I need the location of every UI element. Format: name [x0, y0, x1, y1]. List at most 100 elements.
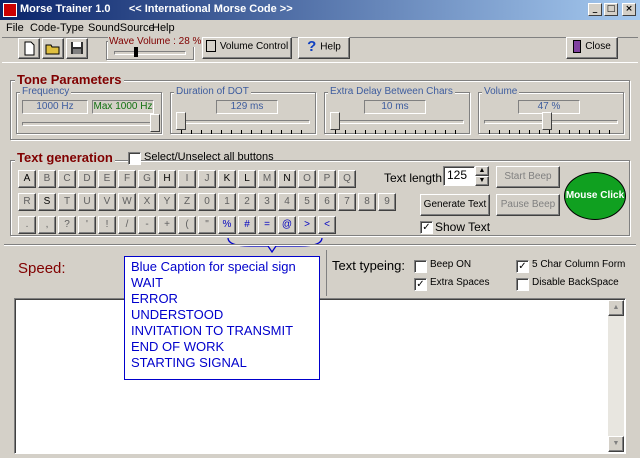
title-bar[interactable]: Morse Trainer 1.0 << International Morse…: [0, 0, 640, 20]
key-button[interactable]: @: [278, 216, 296, 234]
key-button[interactable]: 0: [198, 193, 216, 211]
disable-backspace-checkbox[interactable]: [516, 278, 529, 291]
save-button[interactable]: [66, 38, 88, 59]
spin-up-button[interactable]: ▲: [475, 166, 489, 176]
key-button[interactable]: L: [238, 170, 256, 188]
key-button[interactable]: %: [218, 216, 236, 234]
key-button[interactable]: W: [118, 193, 136, 211]
key-button[interactable]: M: [258, 170, 276, 188]
key-button[interactable]: >: [298, 216, 316, 234]
key-button[interactable]: 7: [338, 193, 356, 211]
extra-spaces-checkbox[interactable]: ✓: [414, 278, 427, 291]
key-button[interactable]: 3: [258, 193, 276, 211]
key-button[interactable]: ?: [58, 216, 76, 234]
start-beep-button[interactable]: Start Beep: [496, 166, 560, 188]
key-button[interactable]: N: [278, 170, 296, 188]
volume-control-button[interactable]: Volume Control: [202, 37, 292, 59]
frequency-slider-thumb[interactable]: [150, 114, 160, 132]
key-button[interactable]: Y: [158, 193, 176, 211]
key-button[interactable]: 9: [378, 193, 396, 211]
new-button[interactable]: [18, 38, 40, 59]
text-length-label: Text length: [384, 171, 443, 185]
key-button[interactable]: F: [118, 170, 136, 188]
key-button[interactable]: +: [158, 216, 176, 234]
dot-duration-track[interactable]: [176, 120, 310, 124]
key-button[interactable]: 8: [358, 193, 376, 211]
save-disk-icon: [71, 42, 83, 54]
pause-beep-button[interactable]: Pause Beep: [496, 194, 560, 216]
char-delay-track[interactable]: [330, 120, 464, 124]
menu-file[interactable]: File: [6, 22, 24, 34]
five-char-checkbox[interactable]: ✓: [516, 260, 529, 273]
key-button[interactable]: ,: [38, 216, 56, 234]
key-button[interactable]: G: [138, 170, 156, 188]
key-button[interactable]: #: [238, 216, 256, 234]
key-button[interactable]: V: [98, 193, 116, 211]
key-button[interactable]: B: [38, 170, 56, 188]
generate-text-button[interactable]: Generate Text: [420, 194, 490, 216]
key-button[interactable]: 1: [218, 193, 236, 211]
menu-sound-source[interactable]: SoundSource: [88, 22, 155, 34]
wave-volume-track[interactable]: [114, 51, 186, 55]
key-button[interactable]: R: [18, 193, 36, 211]
vertical-scrollbar[interactable]: [608, 300, 624, 452]
key-button[interactable]: =: [258, 216, 276, 234]
key-button[interactable]: (: [178, 216, 196, 234]
open-button[interactable]: [42, 38, 64, 59]
key-button[interactable]: ': [78, 216, 96, 234]
key-button[interactable]: P: [318, 170, 336, 188]
key-button[interactable]: D: [78, 170, 96, 188]
key-button[interactable]: H: [158, 170, 176, 188]
key-button[interactable]: -: [138, 216, 156, 234]
beep-on-label: Beep ON: [430, 259, 472, 270]
typing-text-area[interactable]: [14, 298, 626, 454]
key-button[interactable]: !: [98, 216, 116, 234]
key-button[interactable]: E: [98, 170, 116, 188]
app-icon[interactable]: [3, 3, 17, 17]
beep-on-checkbox[interactable]: [414, 260, 427, 273]
menu-code-type[interactable]: Code-Type: [30, 22, 84, 34]
spin-down-button[interactable]: ▼: [475, 176, 489, 186]
select-all-checkbox[interactable]: [128, 152, 141, 165]
scroll-up-button[interactable]: ▲: [608, 300, 624, 316]
key-button[interactable]: 2: [238, 193, 256, 211]
volume-slider-thumb[interactable]: [542, 112, 552, 130]
key-button[interactable]: 6: [318, 193, 336, 211]
frequency-track[interactable]: [22, 122, 156, 126]
key-button[interactable]: C: [58, 170, 76, 188]
key-button[interactable]: X: [138, 193, 156, 211]
key-button[interactable]: .: [18, 216, 36, 234]
key-button[interactable]: Q: [338, 170, 356, 188]
frequency-label: Frequency: [20, 86, 72, 97]
key-button[interactable]: T: [58, 193, 76, 211]
volume-ticks: [489, 130, 617, 134]
close-window-button[interactable]: ×: [622, 3, 636, 16]
key-button[interactable]: ": [198, 216, 216, 234]
help-label: Help: [320, 41, 341, 53]
key-button[interactable]: I: [178, 170, 196, 188]
char-delay-slider-thumb[interactable]: [330, 112, 340, 130]
scroll-down-button[interactable]: ▼: [608, 436, 624, 452]
key-button[interactable]: <: [318, 216, 336, 234]
show-text-checkbox[interactable]: ✓: [420, 221, 433, 234]
maximize-button[interactable]: □: [604, 3, 618, 16]
dot-duration-slider-thumb[interactable]: [176, 112, 186, 130]
key-button[interactable]: O: [298, 170, 316, 188]
key-button[interactable]: K: [218, 170, 236, 188]
key-button[interactable]: U: [78, 193, 96, 211]
key-button[interactable]: J: [198, 170, 216, 188]
minimize-button[interactable]: _: [588, 3, 602, 16]
key-button[interactable]: 5: [298, 193, 316, 211]
key-button[interactable]: /: [118, 216, 136, 234]
text-length-input[interactable]: 125: [443, 166, 475, 186]
key-button[interactable]: A: [18, 170, 36, 188]
key-button[interactable]: Z: [178, 193, 196, 211]
help-button[interactable]: ? Help: [298, 37, 350, 59]
key-button[interactable]: 4: [278, 193, 296, 211]
key-button[interactable]: S: [38, 193, 56, 211]
dot-duration-label: Duration of DOT: [174, 86, 251, 97]
close-button[interactable]: Close: [566, 37, 618, 59]
menu-help[interactable]: Help: [152, 22, 175, 34]
wave-volume-thumb[interactable]: [134, 47, 138, 57]
mouse-click-button[interactable]: Mouse Click: [564, 172, 626, 220]
